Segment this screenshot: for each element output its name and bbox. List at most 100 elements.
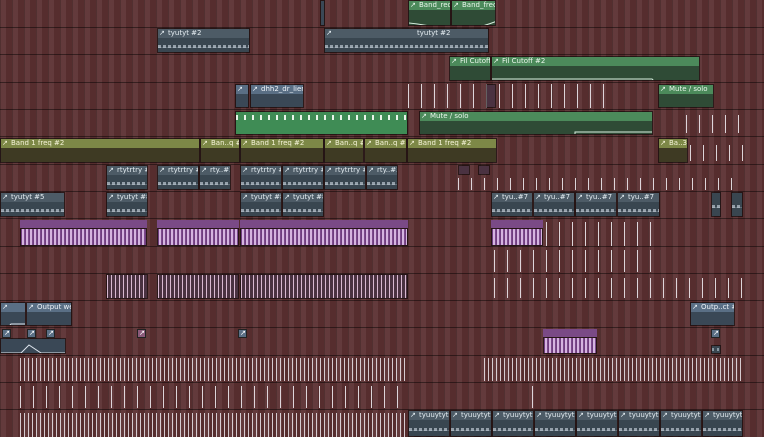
clip-label: rty..#3	[200, 166, 230, 175]
automation-clip-output[interactable]: Outp..ct #2	[690, 302, 735, 326]
automation-clip-band-freq[interactable]: Band_freq	[451, 0, 496, 26]
audio-clip-waveform[interactable]	[240, 228, 408, 246]
clip-label: tyu..#7	[534, 193, 574, 202]
note-markers	[690, 145, 745, 161]
pattern-clip-drums[interactable]	[235, 111, 408, 135]
pattern-clip[interactable]: rty..#3	[199, 165, 231, 190]
pattern-clip[interactable]: tyutyt #5	[0, 192, 65, 217]
pattern-clip[interactable]: tyutyt #2	[157, 28, 250, 53]
clip-label: tyuuytyt	[703, 411, 742, 420]
pattern-clip[interactable]: tyuuytyt	[450, 410, 492, 437]
automation-clip-band1[interactable]: Ban..q #2	[324, 138, 364, 163]
automation-clip[interactable]	[235, 84, 249, 108]
automation-clip[interactable]	[0, 338, 66, 354]
pattern-clip[interactable]	[711, 192, 721, 217]
pattern-clip[interactable]: tyu..#7	[533, 192, 575, 217]
clip-label: tyutyt #8	[241, 193, 281, 202]
pattern-clip[interactable]: tyuuytyt	[408, 410, 450, 437]
pattern-clip[interactable]: rtytrtry #2	[282, 165, 324, 190]
automation-curve	[733, 324, 734, 325]
automation-clip-output-wet[interactable]: Output wet	[26, 302, 72, 326]
track-divider	[0, 54, 764, 55]
note-markers	[494, 278, 744, 298]
automation-clip-band1[interactable]: Ban..q #2	[364, 138, 407, 163]
playlist-area[interactable]: Band_req Band_freq tyutyt #2 tyutyt #2 F…	[0, 0, 764, 437]
audio-clip-waveform[interactable]	[157, 228, 239, 246]
audio-clip-waveform[interactable]	[543, 337, 597, 354]
clip-label: tyutyt #8	[107, 193, 147, 202]
pattern-clip[interactable]: tyuuytyt	[660, 410, 702, 437]
automation-clip-fil-cutoff[interactable]: Fil Cutoff	[449, 56, 491, 81]
pattern-clip[interactable]: tyuuytyt	[576, 410, 618, 437]
pattern-clip[interactable]: tyuuytyt	[492, 410, 534, 437]
note-markers	[546, 222, 660, 246]
automation-clip-band1[interactable]: Ban..q #2	[200, 138, 240, 163]
automation-clip-band1[interactable]: Band 1 freq #2	[240, 138, 324, 163]
automation-clip[interactable]	[478, 165, 490, 175]
automation-clip-dhh2[interactable]: dhh2_dr_lier	[250, 84, 304, 108]
automation-clip-band1[interactable]: Ba..3	[658, 138, 688, 163]
track-divider	[0, 109, 764, 110]
pattern-clip-hats[interactable]	[157, 274, 239, 299]
automation-clip[interactable]	[486, 84, 496, 108]
clip-label: tyutyt #2	[158, 29, 249, 38]
automation-clip-icon[interactable]	[137, 329, 146, 338]
pattern-clip[interactable]: rtytrtry #2	[240, 165, 282, 190]
clip-label: Band_req	[409, 1, 450, 10]
audio-clip-header	[157, 220, 239, 228]
clip-label: Ban..q #2	[365, 139, 406, 148]
automation-clip[interactable]	[320, 0, 325, 26]
clip-label: rty..#3	[367, 166, 397, 175]
pattern-clip[interactable]	[711, 345, 721, 354]
pattern-clip-hats[interactable]	[106, 274, 148, 299]
clip-label: tyuuytyt	[661, 411, 701, 420]
note-markers	[408, 84, 608, 108]
pattern-clip[interactable]: rtytrtry #2	[106, 165, 148, 190]
pattern-clip[interactable]: tyuuytyt	[702, 410, 743, 437]
note-markers	[686, 115, 746, 133]
pattern-clip[interactable]: rty..#3	[366, 165, 398, 190]
clip-label: tyutyt #5	[1, 193, 64, 202]
pattern-clip[interactable]: tyutyt #8	[240, 192, 282, 217]
clip-label: tyuuytyt	[493, 411, 533, 420]
pattern-clip-hats[interactable]	[240, 274, 408, 299]
clip-label: Ba..3	[659, 139, 687, 148]
note-markers	[484, 358, 743, 381]
clip-label: rtytrtry #2	[325, 166, 365, 175]
automation-clip-icon[interactable]	[711, 329, 720, 338]
clip-label: dhh2_dr_lier	[251, 85, 303, 94]
note-markers	[494, 250, 660, 272]
clip-label: tyuuytyt	[535, 411, 575, 420]
clip-label: rtytrtry #2	[283, 166, 323, 175]
pattern-clip[interactable]: rtytrtry #3	[157, 165, 199, 190]
pattern-clip[interactable]: rtytrtry #2	[324, 165, 366, 190]
audio-clip-waveform[interactable]	[491, 228, 543, 246]
automation-clip-icon[interactable]	[238, 329, 247, 338]
automation-clip-band1[interactable]: Band 1 freq #2	[0, 138, 200, 163]
automation-clip-mute-solo[interactable]: Mute / solo	[419, 111, 653, 135]
pattern-clip[interactable]: tyutyt #8	[106, 192, 148, 217]
automation-clip-band1[interactable]: Band 1 freq #2	[407, 138, 497, 163]
pattern-clip[interactable]: tyu..#7	[575, 192, 617, 217]
pattern-clip[interactable]: tyutyt #8	[282, 192, 324, 217]
clip-label: Mute / solo	[420, 112, 652, 121]
pattern-clip[interactable]: tyu..#7	[491, 192, 533, 217]
automation-clip-mute-solo[interactable]: Mute / solo	[658, 84, 714, 108]
track-divider	[0, 246, 764, 247]
automation-clip-fil-cutoff[interactable]: Fil Cutoff #2	[491, 56, 700, 81]
automation-clip-band-freq[interactable]: Band_req	[408, 0, 451, 26]
pattern-clip[interactable]: tyu..#7	[617, 192, 660, 217]
automation-curve	[408, 157, 497, 163]
automation-clip-icon[interactable]	[27, 329, 36, 338]
automation-clip[interactable]	[458, 165, 470, 175]
automation-clip-icon[interactable]	[2, 329, 11, 338]
pattern-clip[interactable]	[731, 192, 743, 217]
automation-clip[interactable]	[0, 302, 26, 326]
pattern-clip[interactable]: tyuuytyt	[618, 410, 660, 437]
pattern-clip[interactable]: tyutyt #2	[324, 28, 489, 53]
pattern-clip[interactable]: tyuuytyt	[534, 410, 576, 437]
automation-curve	[236, 103, 249, 108]
track-divider	[0, 355, 764, 356]
audio-clip-waveform[interactable]	[20, 228, 147, 246]
automation-clip-icon[interactable]	[46, 329, 55, 338]
